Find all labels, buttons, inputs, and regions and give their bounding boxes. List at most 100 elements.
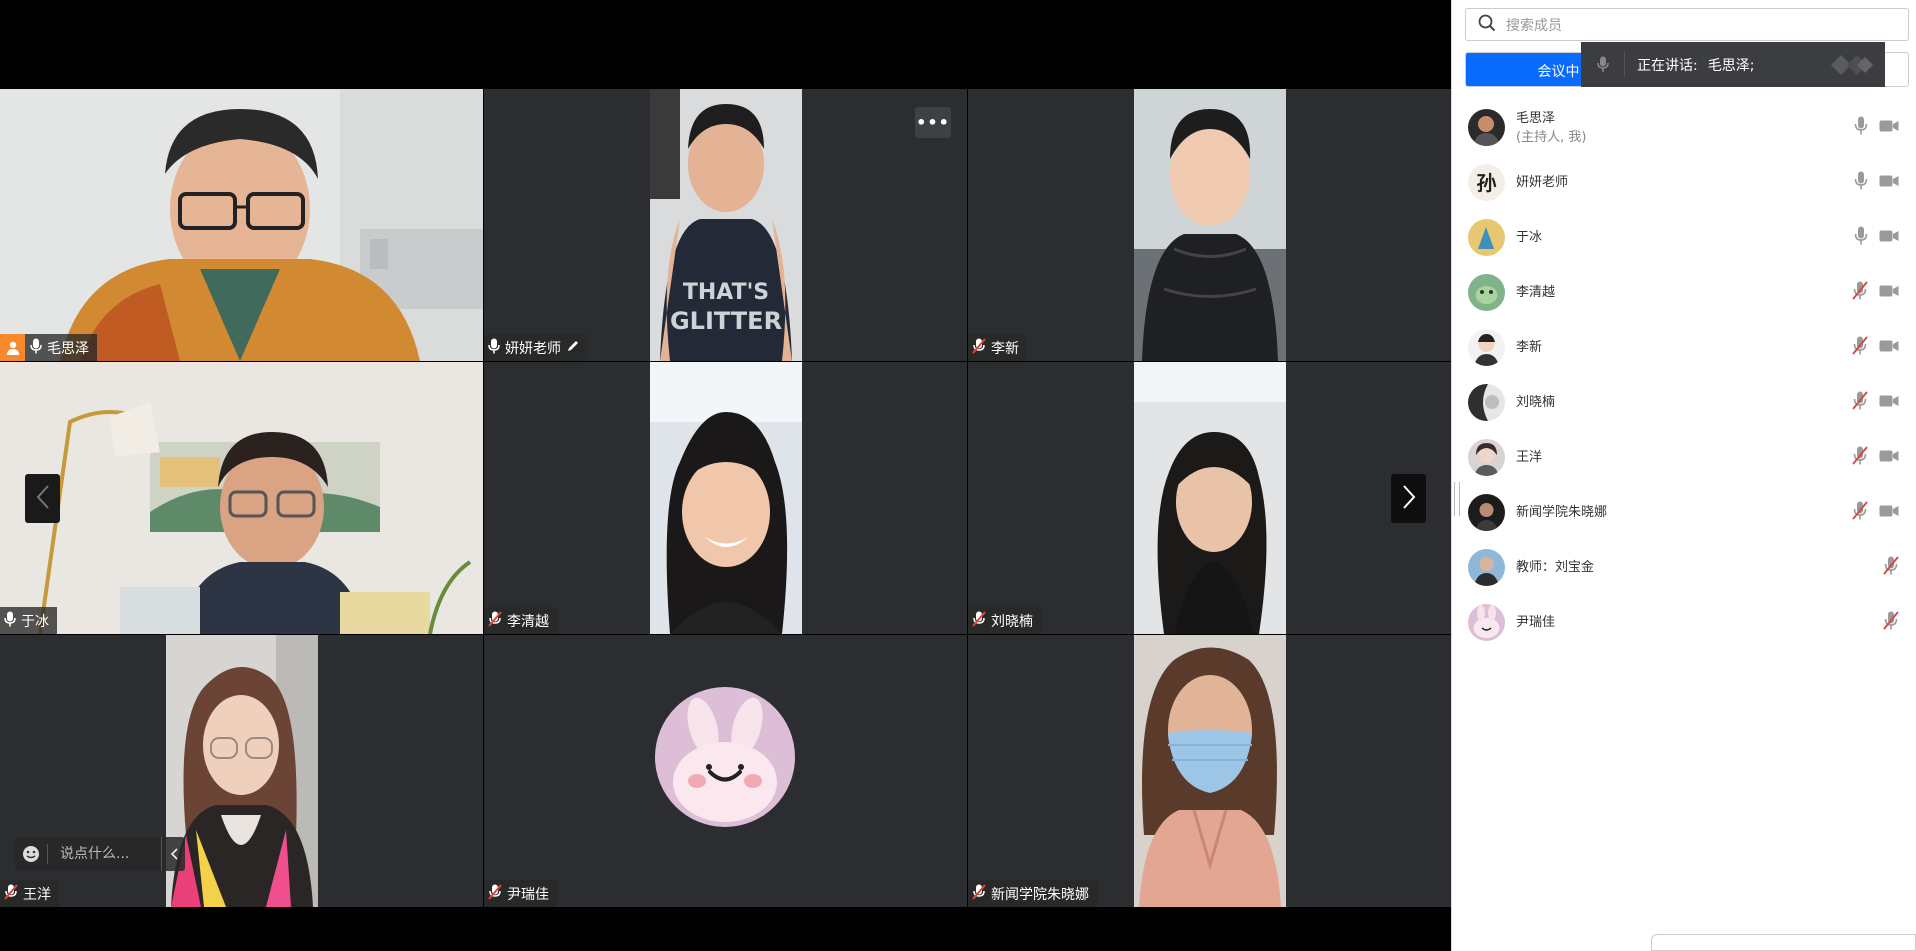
participant-row[interactable]: 刘晓楠 — [1452, 375, 1916, 430]
video-tile-lixin[interactable]: 李新 — [968, 89, 1451, 361]
video-camera-icon[interactable] — [1879, 448, 1899, 467]
mic-muted-icon[interactable] — [1852, 501, 1868, 524]
chat-placeholder[interactable]: 说点什么... — [47, 844, 161, 864]
mic-muted-icon[interactable] — [1883, 611, 1899, 634]
video-feed — [1133, 635, 1286, 907]
avatar — [1468, 109, 1505, 146]
participant-name: 教师：刘宝金 — [1516, 560, 1595, 575]
video-tile-liqingyue[interactable]: 李清越 — [484, 362, 967, 634]
video-tile-yanyan[interactable]: THAT'S GLITTER ••• 妍妍老师 — [484, 89, 967, 361]
mic-on-icon[interactable] — [1854, 116, 1868, 139]
mic-muted-icon[interactable] — [1852, 336, 1868, 359]
avatar — [1468, 439, 1505, 476]
participant-name: 尹瑞佳 — [1516, 615, 1556, 630]
participant-row[interactable]: 毛思泽 (主持人, 我) — [1452, 100, 1916, 155]
bottom-toolbar-edge — [1651, 934, 1916, 951]
mic-muted-icon[interactable] — [1852, 281, 1868, 304]
collapse-chat-button[interactable] — [161, 837, 185, 871]
mic-muted-icon — [488, 883, 502, 904]
participant-name: 李新 — [1516, 340, 1543, 355]
participant-name: 李清越 — [507, 613, 549, 630]
participant-name: 毛思泽 — [47, 340, 89, 357]
participant-row[interactable]: 尹瑞佳 — [1452, 595, 1916, 650]
participant-name: 刘晓楠 — [991, 613, 1033, 630]
mic-muted-icon[interactable] — [1852, 391, 1868, 414]
mic-muted-icon[interactable] — [1883, 556, 1899, 579]
participant-row[interactable]: 王洋 — [1452, 430, 1916, 485]
video-camera-icon[interactable] — [1879, 283, 1899, 302]
pencil-icon — [566, 339, 580, 357]
video-tile-liuxiaonan[interactable]: 刘晓楠 — [968, 362, 1451, 634]
video-feed — [1133, 89, 1286, 361]
participant-name: 妍妍老师 — [1516, 175, 1569, 190]
participant-nametag: 李新 — [968, 334, 1027, 361]
search-icon — [1478, 14, 1496, 36]
participant-row[interactable]: 李新 — [1452, 320, 1916, 375]
mic-on-icon[interactable] — [1854, 171, 1868, 194]
participant-nametag: 刘晓楠 — [968, 607, 1041, 634]
avatar — [1468, 604, 1505, 641]
chat-quick-input[interactable]: 说点什么... — [15, 837, 185, 871]
mic-on-icon — [488, 338, 500, 358]
speaking-indicator: 正在讲话: 毛思泽; — [1581, 42, 1885, 87]
participant-name: 新闻学院朱晓娜 — [991, 886, 1089, 903]
avatar — [1468, 219, 1505, 256]
video-area: 毛思泽 THAT'S GLITTER ••• 妍妍老师 李新 于冰 李清越 刘晓… — [0, 0, 1451, 951]
video-camera-icon[interactable] — [1879, 173, 1899, 192]
participant-row[interactable]: 孙 妍妍老师 — [1452, 155, 1916, 210]
participant-row[interactable]: 于冰 — [1452, 210, 1916, 265]
participant-nametag: 新闻学院朱晓娜 — [968, 880, 1097, 907]
meeting-window: 毛思泽 THAT'S GLITTER ••• 妍妍老师 李新 于冰 李清越 刘晓… — [0, 0, 1916, 951]
participant-nametag: 尹瑞佳 — [484, 880, 557, 907]
mic-muted-icon — [972, 337, 986, 358]
video-tile-maosize[interactable]: 毛思泽 — [0, 89, 483, 361]
video-tile-yubing[interactable]: 于冰 — [0, 362, 483, 634]
emoji-icon[interactable] — [15, 845, 47, 863]
avatar — [1468, 329, 1505, 366]
speaking-label: 正在讲话: — [1637, 57, 1698, 74]
video-camera-icon[interactable] — [1879, 393, 1899, 412]
avatar — [1468, 494, 1505, 531]
video-feed — [0, 89, 483, 361]
mic-muted-icon[interactable] — [1852, 446, 1868, 469]
video-tile-zhuxiaona[interactable]: 新闻学院朱晓娜 — [968, 635, 1451, 907]
next-page-button[interactable] — [1391, 474, 1426, 523]
video-camera-icon[interactable] — [1879, 338, 1899, 357]
more-options-button[interactable]: ••• — [915, 107, 951, 138]
video-camera-icon[interactable] — [1879, 228, 1899, 247]
speaking-name: 毛思泽; — [1707, 57, 1755, 74]
avatar — [1468, 384, 1505, 421]
participant-row[interactable]: 新闻学院朱晓娜 — [1452, 485, 1916, 540]
participant-name: 毛思泽 — [1516, 110, 1556, 126]
prev-page-button[interactable] — [25, 474, 60, 523]
participant-row[interactable]: 李清越 — [1452, 265, 1916, 320]
host-icon — [0, 334, 25, 361]
participant-nametag: 李清越 — [484, 607, 557, 634]
avatar — [1468, 549, 1505, 586]
mic-on-icon — [30, 338, 42, 358]
avatar — [1468, 274, 1505, 311]
participant-nametag: 妍妍老师 — [484, 334, 588, 361]
participant-name: 王洋 — [23, 886, 51, 903]
mic-on-icon — [4, 611, 16, 631]
video-tile-yinruijia[interactable]: 尹瑞佳 — [484, 635, 967, 907]
member-search-input[interactable]: 搜索成员 — [1465, 8, 1909, 41]
participant-row[interactable]: 教师：刘宝金 — [1452, 540, 1916, 595]
panel-resize-handle[interactable] — [1454, 482, 1460, 516]
video-camera-icon[interactable] — [1879, 118, 1899, 137]
participant-name: 于冰 — [1516, 230, 1543, 245]
mic-muted-icon — [972, 883, 986, 904]
mic-icon — [1581, 52, 1625, 77]
participant-name: 尹瑞佳 — [507, 886, 549, 903]
participant-role: (主持人, 我) — [1516, 129, 1587, 145]
video-camera-icon[interactable] — [1879, 503, 1899, 522]
svg-text:孙: 孙 — [1477, 171, 1497, 195]
search-placeholder: 搜索成员 — [1506, 17, 1562, 34]
participant-name: 妍妍老师 — [505, 340, 561, 357]
participant-name: 王洋 — [1516, 450, 1543, 465]
mic-on-icon[interactable] — [1854, 226, 1868, 249]
participant-panel: 搜索成员 会议中 正在讲话: 毛思泽; 毛思泽 (主持人, 我) 孙 妍妍老师 … — [1451, 0, 1916, 951]
participant-name: 李新 — [991, 340, 1019, 357]
video-feed — [0, 362, 483, 634]
chevron-left-icon — [36, 484, 50, 514]
